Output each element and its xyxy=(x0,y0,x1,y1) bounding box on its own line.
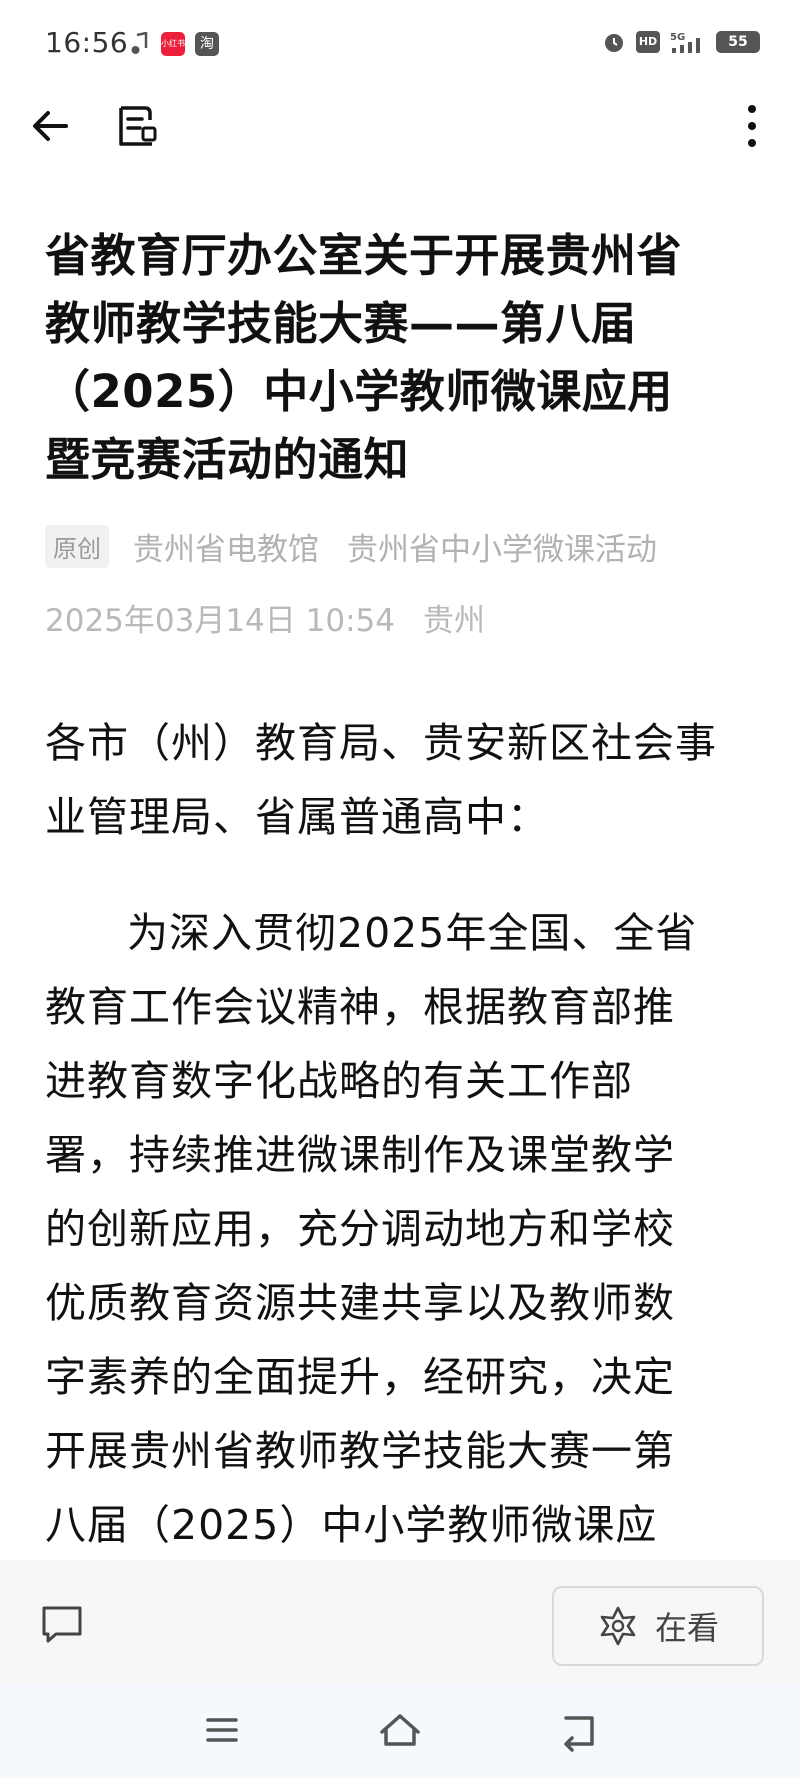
body-line: 八届（2025）中小学教师微课应 xyxy=(45,1501,658,1549)
xiaohongshu-app-icon: 小红书 xyxy=(161,32,185,56)
body-line: 进教育数字化战略的有关工作部 xyxy=(45,1057,633,1105)
battery-icon: 55 xyxy=(716,31,760,53)
flower-star-icon xyxy=(600,1606,636,1646)
title-line: 暨竞赛活动的通知 xyxy=(45,433,410,486)
article-body: 各市（州）教育局、贵安新区社会事业管理局、省属普通高中： 为深入贯彻2025年全… xyxy=(45,706,757,1562)
body-line: 优质教育资源共建共享以及教师数 xyxy=(45,1279,675,1327)
body-line: 教育工作会议精神，根据教育部推 xyxy=(45,983,675,1031)
title-line: 教师教学技能大赛——第八届 xyxy=(45,297,637,350)
publish-time: 2025年03月14日 10:54 xyxy=(45,603,395,639)
article-meta: 原创 贵州省电教馆 贵州省中小学微课活动 xyxy=(45,522,657,570)
watching-button[interactable]: 在看 xyxy=(552,1586,764,1666)
status-right-icons: HD 5G 55 xyxy=(602,30,760,54)
body-line: 为深入贯彻2025年全国、全省 xyxy=(127,909,698,957)
source-name[interactable]: 贵州省电教馆 xyxy=(133,524,319,569)
title-line: （2025）中小学教师微课应用 xyxy=(45,365,673,418)
publish-location: 贵州 xyxy=(422,603,485,639)
original-badge: 原创 xyxy=(45,524,109,568)
status-bar: 16:56 小红书 淘 HD 5G 55 xyxy=(0,0,800,90)
music-note-icon xyxy=(131,32,148,54)
account-name[interactable]: 贵州省中小学微课活动 xyxy=(347,524,657,569)
taobao-app-icon: 淘 xyxy=(195,32,219,56)
bottom-action-bar: 在看 xyxy=(0,1560,800,1684)
system-nav-bar xyxy=(0,1684,800,1778)
hd-icon: HD xyxy=(636,31,660,53)
screen: 16:56 小红书 淘 HD 5G 55 省教育厅办公室关于开展贵州省 教师教学… xyxy=(0,0,800,1778)
menu-lines-icon[interactable] xyxy=(198,1706,246,1754)
article-publish-info: 2025年03月14日 10:54 贵州 xyxy=(45,595,485,640)
document-icon[interactable] xyxy=(112,100,164,152)
body-paragraph: 为深入贯彻2025年全国、全省 教育工作会议精神，根据教育部推 进教育数字化战略… xyxy=(45,896,757,1562)
comment-icon[interactable] xyxy=(38,1600,86,1648)
signal-5g-icon: 5G xyxy=(670,32,700,53)
alarm-clock-icon xyxy=(605,34,623,52)
body-line: 的创新应用，充分调动地方和学校 xyxy=(45,1205,675,1253)
return-icon[interactable] xyxy=(554,1706,602,1754)
body-line: 署，持续推进微课制作及课堂教学 xyxy=(45,1131,675,1179)
top-nav-bar xyxy=(0,90,800,160)
arrow-left-icon[interactable] xyxy=(28,100,80,152)
status-time: 16:56 xyxy=(45,26,129,59)
network-label: 5G xyxy=(670,32,685,43)
body-line: 开展贵州省教师教学技能大赛一第 xyxy=(45,1427,675,1475)
title-line: 省教育厅办公室关于开展贵州省 xyxy=(45,229,683,282)
home-icon[interactable] xyxy=(376,1706,424,1754)
watching-label: 在看 xyxy=(654,1609,719,1647)
more-vertical-icon[interactable] xyxy=(726,100,778,152)
body-line: 字素养的全面提升，经研究，决定 xyxy=(45,1353,675,1401)
article-title: 省教育厅办公室关于开展贵州省 教师教学技能大赛——第八届 （2025）中小学教师… xyxy=(45,222,757,494)
salutation-paragraph: 各市（州）教育局、贵安新区社会事业管理局、省属普通高中： xyxy=(45,719,717,841)
